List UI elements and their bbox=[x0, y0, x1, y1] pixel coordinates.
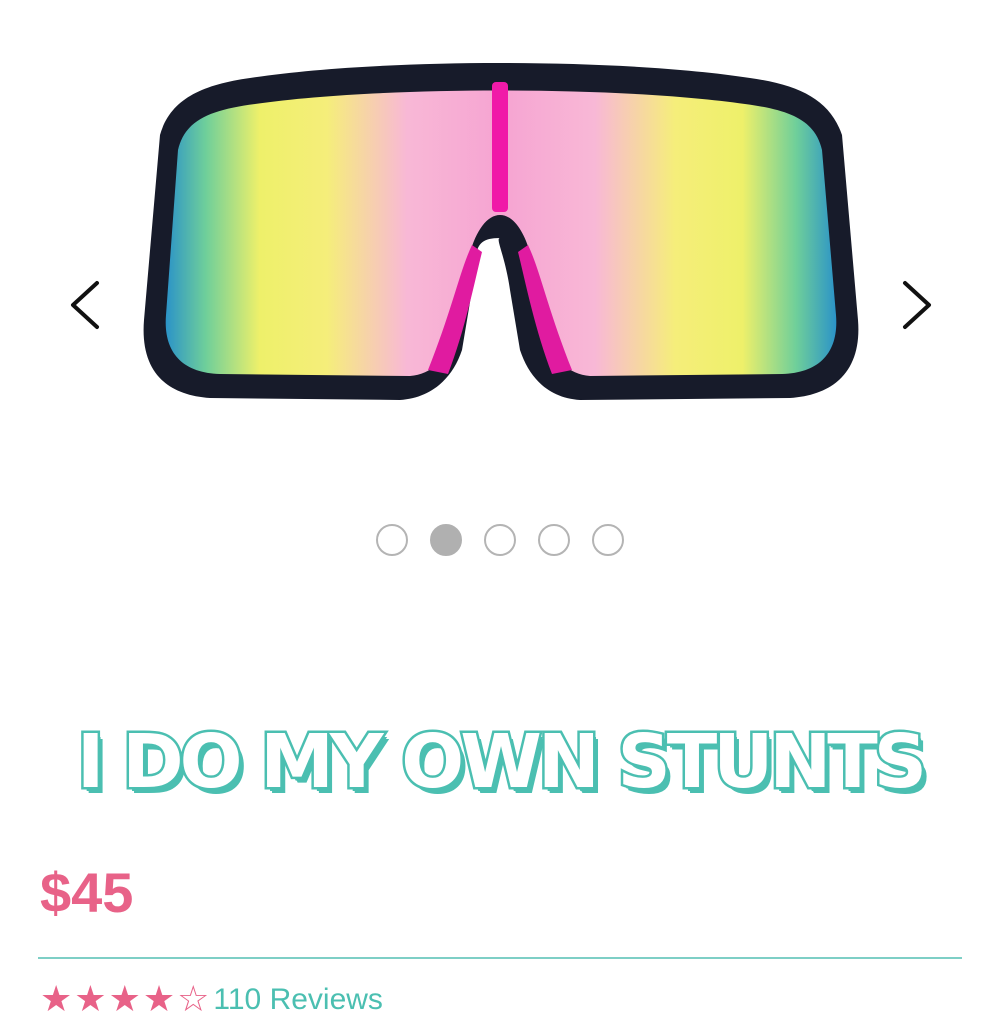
half-star-icon: ☆ bbox=[177, 979, 210, 1020]
star-icon: ★ bbox=[108, 979, 141, 1020]
product-title: I DO MY OWN STUNTS bbox=[74, 717, 929, 808]
review-count-link[interactable]: 110 Reviews bbox=[213, 980, 383, 1020]
star-icon: ★ bbox=[40, 979, 73, 1020]
carousel-pagination bbox=[0, 524, 1000, 556]
product-gallery bbox=[0, 0, 1000, 600]
product-price: $45 bbox=[40, 861, 134, 924]
chevron-left-icon bbox=[71, 281, 99, 329]
chevron-right-icon bbox=[903, 281, 931, 329]
divider bbox=[38, 957, 962, 959]
rating-summary[interactable]: ★ ★ ★ ★ ☆ 110 Reviews bbox=[40, 980, 383, 1020]
previous-image-button[interactable] bbox=[55, 270, 115, 340]
sunglasses-product-image bbox=[143, 63, 859, 400]
star-icon: ★ bbox=[74, 979, 107, 1020]
carousel-dot-3[interactable] bbox=[484, 524, 516, 556]
next-image-button[interactable] bbox=[887, 270, 947, 340]
carousel-dot-1[interactable] bbox=[376, 524, 408, 556]
star-icon: ★ bbox=[142, 979, 176, 1020]
carousel-dot-5[interactable] bbox=[592, 524, 624, 556]
carousel-dot-4[interactable] bbox=[538, 524, 570, 556]
carousel-dot-2[interactable] bbox=[430, 524, 462, 556]
